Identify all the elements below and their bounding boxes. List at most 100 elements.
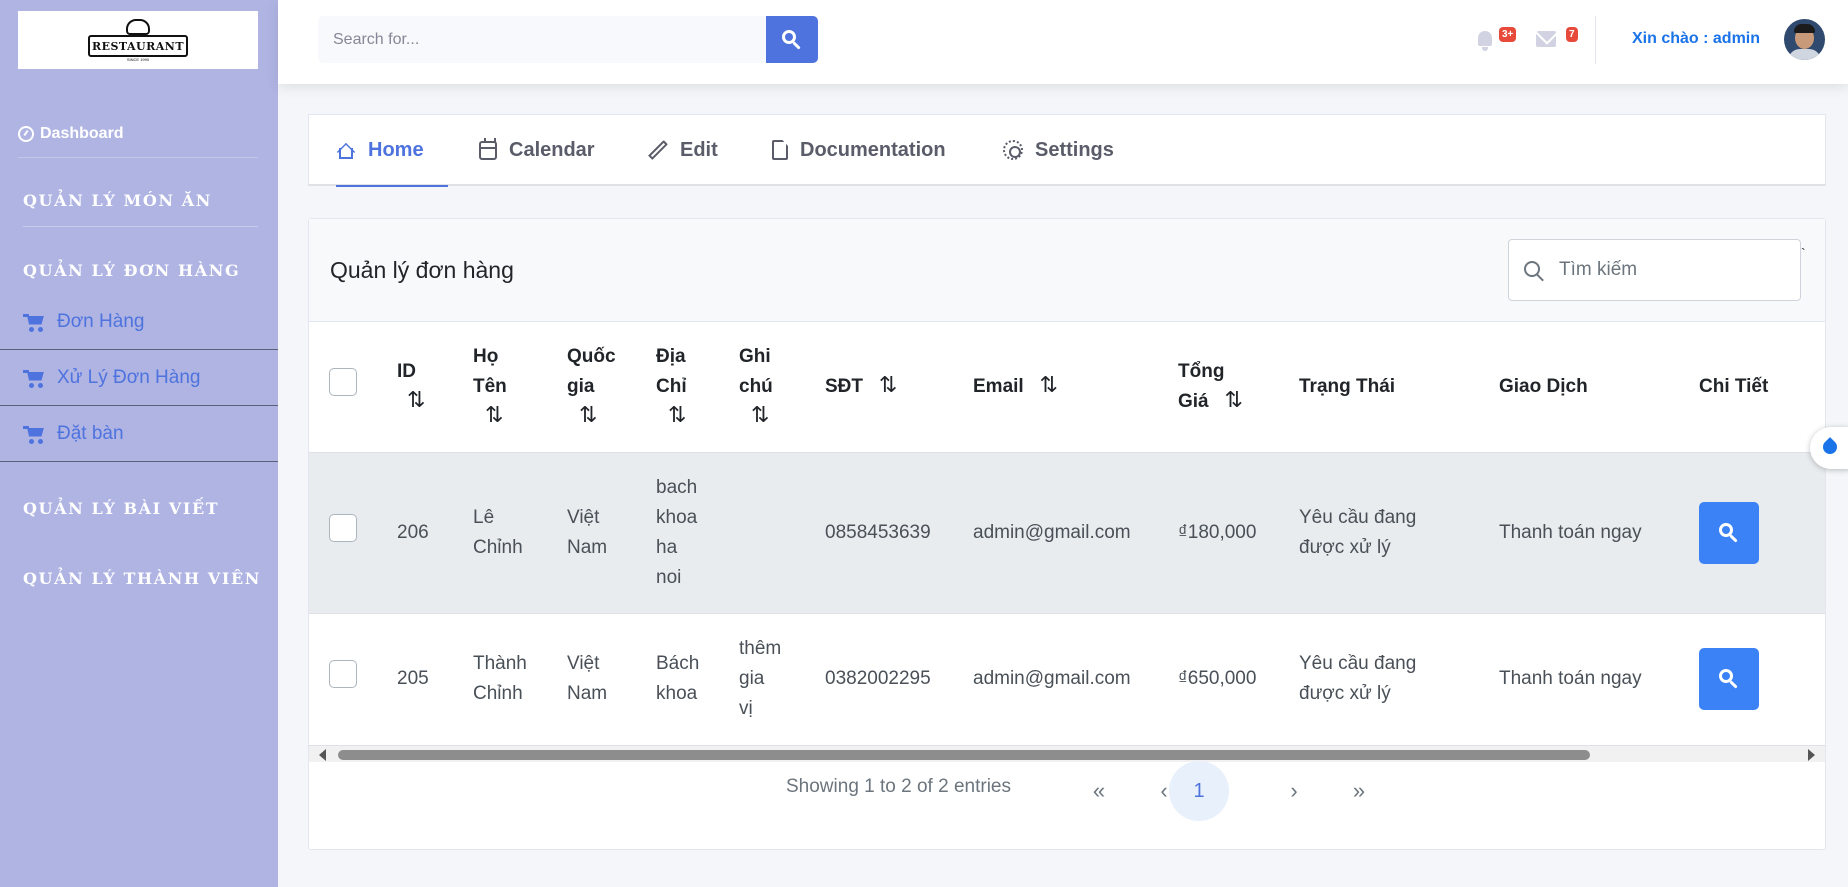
sidebar-item-label: Dashboard [40, 124, 124, 142]
header-email[interactable]: Email ⇅ [973, 322, 1178, 453]
cell-email: admin@gmail.com [973, 452, 1178, 614]
tab-documentation[interactable]: Documentation [772, 115, 946, 185]
tab-home[interactable]: Home [336, 115, 448, 187]
sidebar-heading-thanh-vien[interactable]: QUẢN LÝ THÀNH VIÊN [23, 569, 261, 588]
pagination-next[interactable]: › [1264, 761, 1324, 821]
sort-icon[interactable]: ⇅ [473, 403, 503, 426]
cart-icon [23, 369, 45, 388]
header-sdt[interactable]: SĐT ⇅ [825, 322, 973, 453]
sidebar-heading-bai-viet[interactable]: QUẢN LÝ BÀI VIẾT [23, 499, 219, 518]
row-select-cell [309, 452, 397, 614]
avatar[interactable] [1784, 19, 1825, 60]
tab-calendar[interactable]: Calendar [479, 115, 595, 185]
messages-badge: 7 [1566, 27, 1578, 42]
scroll-right-arrow[interactable] [1808, 749, 1815, 761]
sidebar-item-xu-ly-don-hang[interactable]: Xử Lý Đơn Hàng [0, 350, 278, 406]
select-all-cell [309, 322, 397, 453]
bell-icon[interactable] [1476, 31, 1494, 51]
header-id[interactable]: ID ⇅ [397, 322, 473, 453]
sidebar-item-dashboard[interactable]: Dashboard [18, 110, 258, 158]
search-icon [782, 29, 802, 50]
sort-icon[interactable]: ⇅ [739, 403, 769, 426]
pencil-icon [648, 140, 668, 160]
cell-quoc-gia: Việt Nam [567, 452, 656, 614]
sort-icon[interactable]: ⇅ [567, 403, 597, 426]
cell-ho-ten: Lê Chỉnh [473, 452, 567, 614]
header-tong-gia[interactable]: Tổng Giá ⇅ [1178, 322, 1299, 453]
sort-icon[interactable]: ⇅ [1040, 373, 1059, 396]
cell-ghi-chu [739, 452, 825, 614]
pagination-page-1[interactable]: 1 [1169, 761, 1229, 821]
row-select-cell [309, 613, 397, 746]
table-header-row: ID ⇅ Họ Tên ⇅ Quốc gia ⇅ Địa Chỉ ⇅ Ghi chú ⇅ SĐT … [309, 322, 1825, 453]
envelope-icon[interactable] [1536, 31, 1556, 47]
header-trang-thai[interactable]: Trạng Thái [1299, 322, 1499, 453]
calendar-icon [479, 137, 497, 160]
sort-icon[interactable]: ⇅ [1224, 388, 1243, 411]
cell-dia-chi: Bách khoa [656, 613, 739, 746]
sidebar: RESTAURANT SINCE 1990 Dashboard QUẢN LÝ … [0, 0, 278, 887]
tab-label: Home [368, 138, 424, 161]
sidebar-item-don-hang[interactable]: Đơn Hàng [0, 294, 278, 350]
pagination-last[interactable]: » [1329, 761, 1389, 821]
home-icon [336, 140, 356, 162]
card-header: Quản lý đơn hàng Tìm kiếm ` [309, 219, 1825, 322]
header-quoc-gia[interactable]: Quốc gia ⇅ [567, 322, 656, 453]
user-greeting[interactable]: Xin chào : admin [1632, 30, 1760, 48]
tab-label: Settings [1035, 138, 1114, 161]
header-chi-tiet[interactable]: Chi Tiết [1699, 322, 1825, 453]
restaurant-logo[interactable]: RESTAURANT SINCE 1990 [18, 11, 258, 69]
detail-button[interactable] [1699, 501, 1759, 564]
scroll-left-arrow[interactable] [319, 749, 326, 761]
floating-widget-button[interactable] [1810, 427, 1848, 469]
sidebar-item-label: Đặt bàn [57, 422, 124, 444]
cart-icon [23, 313, 45, 332]
horizontal-scrollbar[interactable] [309, 746, 1825, 762]
dashboard-icon [18, 125, 34, 142]
cell-chi-tiet [1699, 613, 1825, 746]
cell-id: 205 [397, 613, 473, 746]
search-button[interactable] [766, 16, 818, 63]
search-input[interactable]: Search for... [318, 16, 766, 63]
pagination-first[interactable]: « [1069, 761, 1129, 821]
topbar: Search for... 3+ 7 Xin chào : admin [278, 0, 1848, 84]
gear-icon [1003, 140, 1023, 160]
sidebar-heading-mon-an[interactable]: QUẢN LÝ MÓN ĂN [23, 191, 212, 210]
sort-icon[interactable]: ⇅ [879, 373, 898, 396]
cell-trang-thai: Yêu cầu đang được xử lý [1299, 613, 1499, 746]
file-icon [772, 140, 788, 160]
header-giao-dich[interactable]: Giao Dịch [1499, 322, 1699, 453]
cell-dia-chi: bach khoa ha noi [656, 452, 739, 614]
search-icon [1719, 522, 1739, 543]
orders-table: ID ⇅ Họ Tên ⇅ Quốc gia ⇅ Địa Chỉ ⇅ Ghi chú ⇅ SĐT … [309, 322, 1825, 746]
entries-info: Showing 1 to 2 of 2 entries [786, 776, 1011, 797]
header-ho-ten[interactable]: Họ Tên ⇅ [473, 322, 567, 453]
cell-email: admin@gmail.com [973, 613, 1178, 746]
cell-tong-gia: ₫650,000 [1178, 613, 1299, 746]
row-checkbox[interactable] [329, 513, 357, 542]
sidebar-heading-don-hang[interactable]: QUẢN LÝ ĐƠN HÀNG [23, 261, 240, 280]
tick-mark: ` [1801, 245, 1806, 261]
topbar-divider [1595, 16, 1596, 64]
tab-settings[interactable]: Settings [1003, 115, 1114, 185]
sort-icon[interactable]: ⇅ [656, 403, 686, 426]
header-ghi-chu[interactable]: Ghi chú ⇅ [739, 322, 825, 453]
logo-text: RESTAURANT [88, 35, 188, 57]
sidebar-item-label: Đơn Hàng [57, 310, 145, 332]
select-all-checkbox[interactable] [329, 367, 357, 396]
search-icon [1524, 261, 1546, 283]
cell-tong-gia: ₫180,000 [1178, 452, 1299, 614]
header-dia-chi[interactable]: Địa Chỉ ⇅ [656, 322, 739, 453]
tab-label: Calendar [509, 138, 595, 161]
tab-edit[interactable]: Edit [648, 115, 718, 185]
tab-label: Documentation [800, 138, 946, 161]
table-search-input[interactable]: Tìm kiếm [1508, 239, 1801, 301]
page-title: Quản lý đơn hàng [330, 257, 514, 283]
scrollbar-thumb[interactable] [338, 750, 1590, 760]
detail-button[interactable] [1699, 648, 1759, 710]
cell-sdt: 0858453639 [825, 452, 973, 614]
sidebar-item-label: Xử Lý Đơn Hàng [57, 366, 201, 388]
row-checkbox[interactable] [329, 660, 357, 688]
sidebar-item-dat-ban[interactable]: Đặt bàn [0, 406, 278, 462]
sort-icon[interactable]: ⇅ [397, 388, 425, 411]
